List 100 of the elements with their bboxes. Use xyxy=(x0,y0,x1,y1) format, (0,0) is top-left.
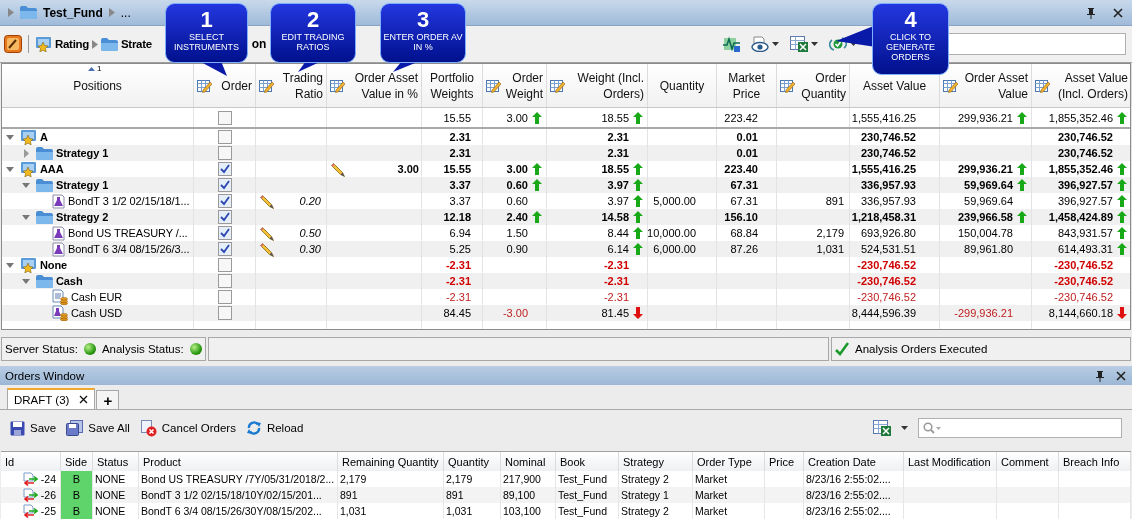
column-header[interactable]: Quantity xyxy=(651,77,713,94)
column-header[interactable]: Market Price xyxy=(720,69,773,102)
toolbar-button[interactable]: Save All xyxy=(66,420,130,436)
edit-table-icon xyxy=(1035,78,1050,93)
checkbox[interactable] xyxy=(217,306,232,320)
checkbox[interactable] xyxy=(217,130,232,144)
table-cell: 614,493.31 xyxy=(1057,243,1113,255)
table-cell: 396,927.57 xyxy=(1057,195,1113,207)
spreadsheet-icon xyxy=(873,420,891,436)
breadcrumb-item[interactable]: Rating xyxy=(55,38,89,50)
checkbox[interactable] xyxy=(217,210,232,224)
side-badge: B xyxy=(61,503,93,519)
checkbox[interactable] xyxy=(217,242,232,256)
star-folder-icon xyxy=(20,257,37,273)
table-cell: 299,936.21 xyxy=(957,163,1013,175)
table-cell: 891 xyxy=(825,195,844,207)
sort-order: 1 xyxy=(97,64,102,73)
edit-table-icon xyxy=(780,78,795,93)
toolbar-button[interactable]: Reload xyxy=(245,420,304,436)
toolbar-button[interactable]: Cancel Orders xyxy=(139,419,236,437)
position-name[interactable]: A xyxy=(40,131,48,143)
table-cell: Test_Fund xyxy=(556,503,619,519)
folder-icon xyxy=(36,274,53,288)
column-header[interactable]: Asset Value xyxy=(853,77,936,94)
table-cell: 15.55 xyxy=(443,163,471,175)
checkbox[interactable] xyxy=(217,194,232,208)
breadcrumb-overflow[interactable]: ... xyxy=(120,5,131,20)
table-cell: Strategy 2 xyxy=(619,503,693,519)
table-cell: 3.37 xyxy=(449,179,471,191)
table-cell: BondT 6 3/4 08/15/26/30Y/08/15/202... xyxy=(139,503,338,519)
checkbox[interactable] xyxy=(217,226,232,240)
column-header[interactable]: Asset Value (Incl. Orders) xyxy=(1050,69,1128,102)
table-cell: 12.18 xyxy=(443,211,471,223)
column-header[interactable]: Order Asset Value xyxy=(958,69,1028,102)
search-field[interactable] xyxy=(918,418,1122,438)
table-cell: 14.58 xyxy=(601,211,629,223)
table-cell: 8,444,596.39 xyxy=(851,307,916,319)
callout-text: EDIT TRADING RATIOS xyxy=(280,32,346,52)
checkbox[interactable] xyxy=(217,290,232,304)
tab[interactable]: + xyxy=(96,390,120,409)
position-name[interactable]: Strategy 1 xyxy=(56,147,109,159)
table-cell: -24 xyxy=(40,473,56,485)
position-name[interactable]: AAA xyxy=(40,163,64,175)
folder-icon xyxy=(36,178,53,192)
checkbox[interactable] xyxy=(217,162,232,176)
position-name[interactable]: Bond US TREASURY /... xyxy=(68,227,188,239)
position-name[interactable]: Strategy 2 xyxy=(56,211,109,223)
position-name[interactable]: Cash USD xyxy=(71,307,123,319)
column-header[interactable]: Portfolio Weights xyxy=(425,69,479,102)
status-label: Server Status: xyxy=(5,343,78,355)
position-name[interactable]: BondT 6 3/4 08/15/26/3... xyxy=(68,243,190,255)
breadcrumb-item[interactable]: on xyxy=(251,37,267,51)
table-cell: 0.30 xyxy=(299,243,321,255)
edit-table-icon xyxy=(550,78,565,93)
table-cell: -2.31 xyxy=(445,291,471,303)
pin-icon xyxy=(1095,369,1105,382)
table-cell: 2.31 xyxy=(607,147,629,159)
table-cell: 84.45 xyxy=(443,307,471,319)
toolbar-button[interactable]: Save xyxy=(10,420,57,436)
column-header[interactable]: Positions xyxy=(5,77,190,94)
table-cell: NONE xyxy=(93,503,139,519)
position-name[interactable]: None xyxy=(40,259,68,271)
table-cell: -2.31 xyxy=(603,275,629,287)
tab[interactable]: DRAFT (3) xyxy=(7,388,96,409)
position-name[interactable]: BondT 3 1/2 02/15/18/1... xyxy=(68,195,190,207)
edit-table-icon xyxy=(197,78,212,93)
column-header[interactable]: Order Weight xyxy=(501,69,543,102)
column-header[interactable]: Order xyxy=(212,77,252,94)
column-header[interactable]: Order Asset Value in % xyxy=(345,69,418,102)
table-cell: 230,746.52 xyxy=(860,131,916,143)
breadcrumb-item[interactable]: Test_Fund xyxy=(43,5,103,20)
table-cell: 5.25 xyxy=(449,243,471,255)
column-header[interactable]: Order Quantity xyxy=(795,69,846,102)
table-cell: 1,031 xyxy=(444,503,501,519)
checkbox[interactable] xyxy=(217,146,232,160)
table-cell: 0.01 xyxy=(736,147,758,159)
position-name[interactable]: Strategy 1 xyxy=(56,179,109,191)
table-cell: 223.42 xyxy=(724,111,758,124)
checkbox[interactable] xyxy=(217,274,232,288)
position-name[interactable]: Cash EUR xyxy=(71,291,123,303)
breadcrumb-item[interactable]: Strate xyxy=(121,38,152,50)
table-cell: 0.90 xyxy=(506,243,528,255)
sort-ascending-icon xyxy=(88,66,95,71)
table-cell: 336,957.93 xyxy=(860,195,916,207)
position-name[interactable]: Cash xyxy=(56,275,83,287)
star-folder-icon xyxy=(20,161,37,177)
edit-table-icon xyxy=(330,78,345,93)
pin-icon xyxy=(1086,6,1096,19)
column-header[interactable]: Trading Ratio xyxy=(274,69,323,102)
edit-table-icon xyxy=(943,78,958,93)
table-cell: 3.00 xyxy=(397,163,419,175)
checkbox[interactable] xyxy=(217,178,232,192)
checkbox[interactable] xyxy=(217,110,232,125)
column-header[interactable]: Weight (Incl. Orders) xyxy=(565,69,644,102)
step-number: 3 xyxy=(416,8,430,32)
checkbox[interactable] xyxy=(217,258,232,272)
table-cell: 230,746.52 xyxy=(860,147,916,159)
callout-text: SELECT INSTRUMENTS xyxy=(173,32,240,52)
table-cell: 8/23/16 2:55:02.... xyxy=(804,503,904,519)
table-cell: -230,746.52 xyxy=(1054,275,1113,287)
